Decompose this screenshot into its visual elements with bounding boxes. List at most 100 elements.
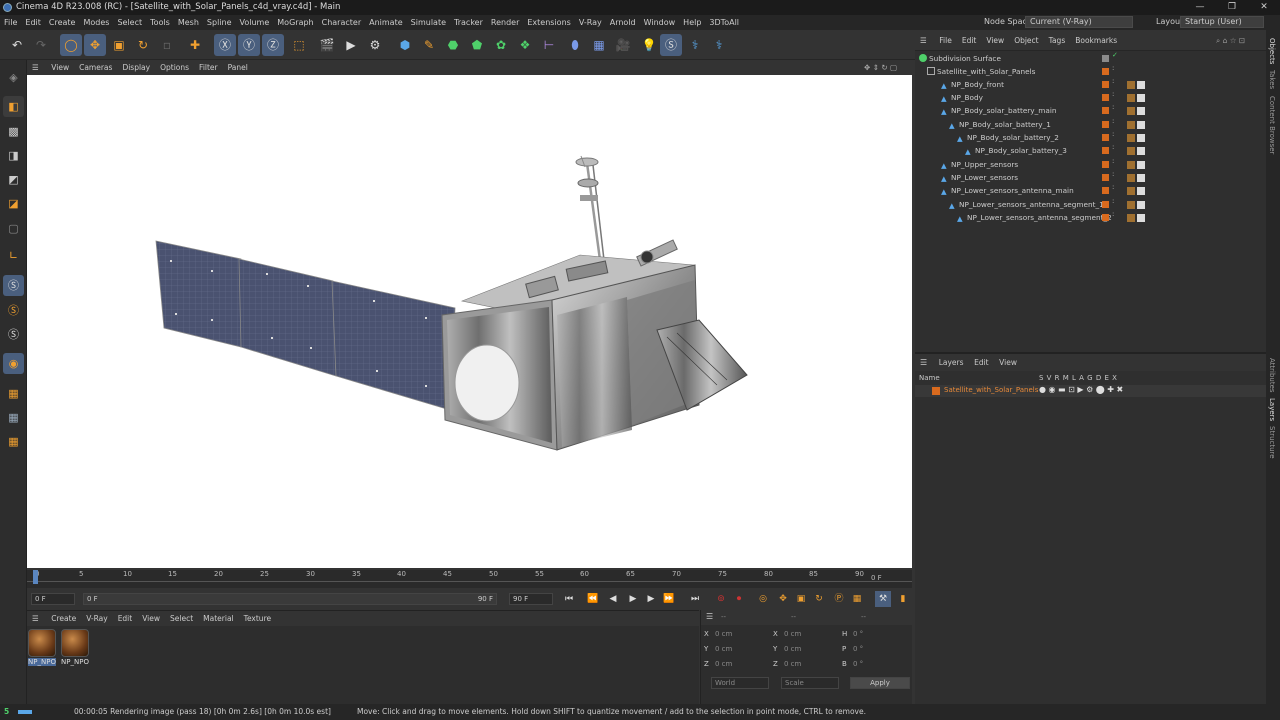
workplane-grid-icon[interactable]: ▦ [3, 407, 24, 428]
edges-mode-icon[interactable]: ◩ [3, 169, 24, 190]
menu-volume[interactable]: Volume [236, 15, 274, 30]
objects-menu-bookmarks[interactable]: Bookmarks [1070, 30, 1122, 51]
menu-help[interactable]: Help [679, 15, 705, 30]
extrude-icon[interactable]: ⬟ [466, 34, 488, 56]
undo-icon[interactable]: ↶ [6, 34, 28, 56]
material-menu-select[interactable]: Select [165, 611, 198, 626]
rot-p-field[interactable]: 0 ° [853, 645, 863, 653]
viewport-menu-display[interactable]: Display [117, 60, 155, 75]
play-icon[interactable]: ▶ [625, 591, 641, 607]
coordinate-system-icon[interactable]: ⬚ [288, 34, 310, 56]
layers-menu-view[interactable]: View [995, 358, 1021, 367]
quantize-icon[interactable]: Ⓢ [3, 324, 24, 345]
menu-arnold[interactable]: Arnold [606, 15, 640, 30]
mograph-icon[interactable]: ❖ [514, 34, 536, 56]
key-position-icon[interactable]: ✥ [775, 591, 791, 607]
object-row[interactable]: ▲ NP_Body_solar_battery_main: [915, 104, 1266, 117]
timeline-ruler[interactable]: 0 5 10 15 20 25 30 35 40 45 50 55 60 65 … [27, 570, 912, 588]
menu-3dtoall[interactable]: 3DToAll [705, 15, 743, 30]
next-key-icon[interactable]: ⏩ [661, 591, 677, 607]
object-row[interactable]: ▲ NP_Upper_sensors: [915, 158, 1266, 171]
material-menu-create[interactable]: Create [46, 611, 81, 626]
live-select-icon[interactable]: ◯ [60, 34, 82, 56]
redo-icon[interactable]: ↷ [30, 34, 52, 56]
snap-icon[interactable]: Ⓢ [3, 275, 24, 296]
deformer-icon[interactable]: ⊢ [538, 34, 560, 56]
recent-tools-icon[interactable]: ▫ [156, 34, 178, 56]
menu-window[interactable]: Window [640, 15, 680, 30]
rot-b-field[interactable]: 0 ° [853, 660, 863, 668]
field-icon[interactable]: ⬮ [564, 34, 586, 56]
light-icon[interactable]: 💡 [638, 34, 660, 56]
viewport-menu-view[interactable]: View [46, 60, 74, 75]
menu-tools[interactable]: Tools [146, 15, 174, 30]
object-row[interactable]: ▲ NP_Lower_sensors: [915, 171, 1266, 184]
tab-objects[interactable]: Objects [1268, 38, 1276, 64]
key-pla-icon[interactable]: ▦ [849, 591, 865, 607]
objects-search-icons[interactable]: ⌕ ⌂ ☆ ⊡ [1211, 30, 1250, 51]
viewport-hamburger-icon[interactable]: ☰ [27, 60, 44, 75]
axis-mode-icon[interactable]: ∟ [3, 245, 24, 266]
start-frame-field[interactable]: 0 F [31, 593, 75, 605]
render-view-icon[interactable]: 🎬 [316, 34, 338, 56]
layer-row[interactable]: Satellite_with_Solar_Panels ● ◉ ▬ ⊡ ▶ ⚙ … [915, 385, 1266, 397]
grid-icon[interactable]: ▦ [3, 383, 24, 404]
move-icon[interactable]: ✥ [84, 34, 106, 56]
material-menu-material[interactable]: Material [198, 611, 238, 626]
object-row[interactable]: ▲ NP_Body: [915, 91, 1266, 104]
object-row[interactable]: ▲ NP_Lower_sensors_antenna_segment_2: [915, 211, 1266, 224]
python-script-icon[interactable]: ⚕ [708, 34, 730, 56]
object-row[interactable]: Satellite_with_Solar_Panels: [915, 65, 1266, 78]
tab-attributes[interactable]: Attributes [1268, 358, 1276, 393]
objects-menu-view[interactable]: View [981, 30, 1009, 51]
minimize-button[interactable]: — [1184, 0, 1216, 15]
z-axis-icon[interactable]: Ⓩ [262, 34, 284, 56]
menu-select[interactable]: Select [113, 15, 146, 30]
texture-mode-icon[interactable]: ▩ [3, 121, 24, 142]
end-frame-field[interactable]: 90 F [509, 593, 553, 605]
menu-modes[interactable]: Modes [79, 15, 113, 30]
material-menu-texture[interactable]: Texture [239, 611, 276, 626]
render-picture-viewer-icon[interactable]: ▶ [340, 34, 362, 56]
object-row[interactable]: ▲ NP_Body_front: [915, 78, 1266, 91]
viewport-menu-options[interactable]: Options [155, 60, 194, 75]
prev-key-icon[interactable]: ⏪ [585, 591, 601, 607]
pos-y-field[interactable]: 0 cm [715, 645, 732, 653]
material-swatch[interactable]: NP_NPO [61, 629, 89, 666]
viewport-nav-icons[interactable]: ✥ ⇕ ↻ ▢ [859, 60, 902, 75]
menu-mesh[interactable]: Mesh [174, 15, 203, 30]
range-slider[interactable]: 0 F 90 F [83, 593, 497, 605]
tab-takes[interactable]: Takes [1268, 70, 1276, 89]
python-icon[interactable]: ⚕ [684, 34, 706, 56]
menu-file[interactable]: File [0, 15, 21, 30]
vray-icon[interactable]: Ⓢ [660, 34, 682, 56]
menu-edit[interactable]: Edit [21, 15, 45, 30]
objects-menu-tags[interactable]: Tags [1044, 30, 1071, 51]
layer-color-swatch[interactable] [932, 387, 940, 395]
goto-end-icon[interactable]: ⏭ [687, 591, 703, 607]
cloner-icon[interactable]: ✿ [490, 34, 512, 56]
object-row[interactable]: ▲ NP_Lower_sensors_antenna_segment_1: [915, 198, 1266, 211]
floor-icon[interactable]: ▦ [588, 34, 610, 56]
timeline-icon[interactable]: ⚒ [875, 591, 891, 607]
world-dropdown[interactable]: World [711, 677, 769, 689]
points-mode-icon[interactable]: ◨ [3, 145, 24, 166]
pen-icon[interactable]: ✎ [418, 34, 440, 56]
menu-character[interactable]: Character [318, 15, 366, 30]
viewport[interactable] [27, 75, 912, 568]
pos-x-field[interactable]: 0 cm [715, 630, 732, 638]
menu-vray[interactable]: V-Ray [575, 15, 606, 30]
node-space-dropdown[interactable]: Current (V-Ray) [1025, 16, 1133, 28]
menu-mograph[interactable]: MoGraph [273, 15, 317, 30]
cube-icon[interactable]: ⬢ [394, 34, 416, 56]
object-row[interactable]: ▲ NP_Body_solar_battery_3: [915, 144, 1266, 157]
rot-h-field[interactable]: 0 ° [853, 630, 863, 638]
object-row[interactable]: ▲ NP_Lower_sensors_antenna_main: [915, 184, 1266, 197]
tab-structure[interactable]: Structure [1268, 426, 1276, 459]
subdivision-icon[interactable]: ⬣ [442, 34, 464, 56]
keyframe-selection-icon[interactable]: ◎ [755, 591, 771, 607]
menu-animate[interactable]: Animate [365, 15, 407, 30]
scale-dropdown[interactable]: Scale [781, 677, 839, 689]
menu-tracker[interactable]: Tracker [450, 15, 487, 30]
viewport-menu-filter[interactable]: Filter [194, 60, 223, 75]
